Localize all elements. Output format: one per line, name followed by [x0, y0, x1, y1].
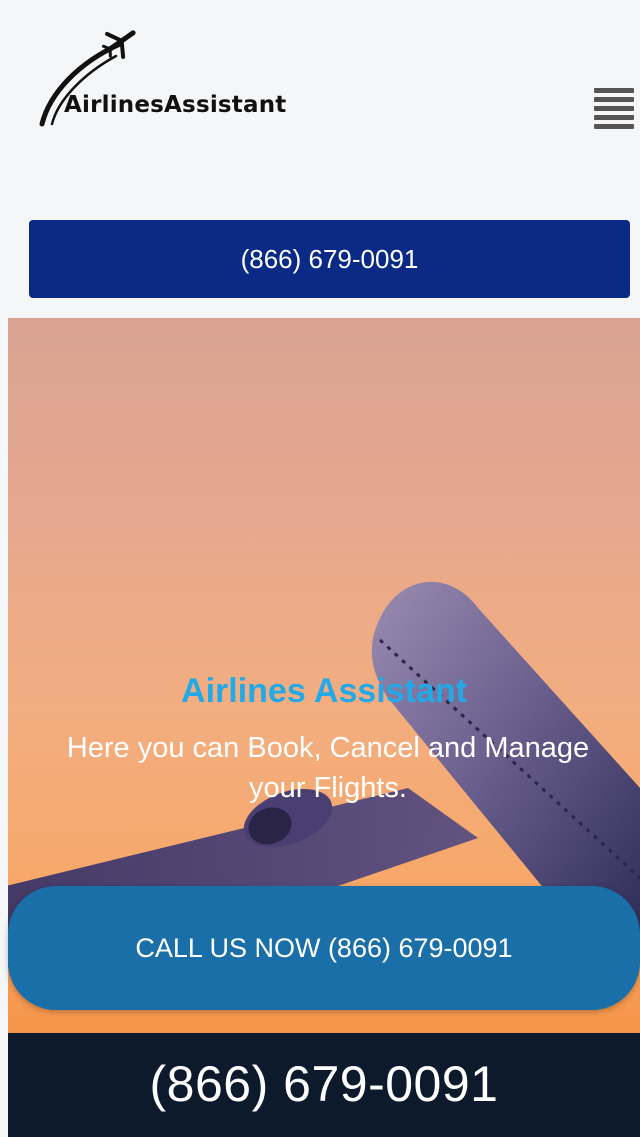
brand-name: AirlinesAssistant [64, 92, 287, 118]
hero-title: Airlines Assistant [181, 672, 467, 710]
hero-subtitle: Here you can Book, Cancel and Manage you… [66, 732, 590, 804]
call-us-now-button[interactable]: CALL US NOW (866) 679-0091 [8, 886, 640, 1010]
call-phone-button[interactable]: (866) 679-0091 [29, 220, 630, 298]
hamburger-menu-icon[interactable] [594, 88, 636, 138]
footer-phone-link[interactable]: (866) 679-0091 [8, 1055, 640, 1113]
site-header: AirlinesAssistant [0, 0, 640, 200]
brand-logo[interactable]: AirlinesAssistant [28, 22, 328, 132]
footer-bar: (866) 679-0091 [8, 1033, 640, 1137]
